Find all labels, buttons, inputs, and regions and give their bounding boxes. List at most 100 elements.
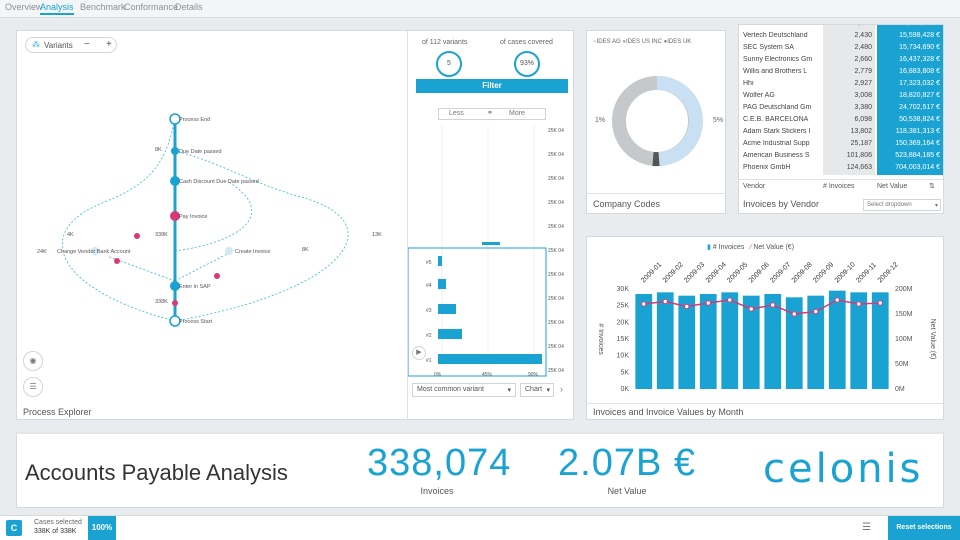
bar-mark[interactable] xyxy=(850,292,868,389)
vendor-invoices: 3,380 xyxy=(823,103,875,115)
net-value-point[interactable] xyxy=(856,301,862,307)
x-tick-label: 2009-01 xyxy=(640,261,663,284)
play-button[interactable]: ▶ xyxy=(412,346,426,360)
variant-bar-5[interactable] xyxy=(438,256,442,266)
vendor-name: Gotokrafttechnik-Baden xyxy=(743,25,821,27)
filter-button[interactable]: Filter xyxy=(416,79,568,93)
tab-conformance[interactable]: Conformance xyxy=(124,2,178,12)
tab-overview[interactable]: Overview xyxy=(5,2,43,12)
edge-count-0: 338K xyxy=(155,299,168,305)
table-row[interactable]: Vertech Deutschland 2,430 15,598,428 € xyxy=(741,31,943,43)
net-value-point[interactable] xyxy=(684,303,690,310)
variants-count[interactable]: 5 xyxy=(436,51,462,77)
donut-label-left: 1% xyxy=(595,117,606,124)
chevron-right-icon[interactable]: › xyxy=(560,384,563,394)
selection-percent[interactable]: 100% xyxy=(88,516,116,540)
legend-ides-us[interactable]: IDES US INC xyxy=(626,39,662,45)
company-codes-title: Company Codes xyxy=(593,199,661,209)
table-row[interactable]: American Business S 101,806 523,884,185 € xyxy=(741,151,943,163)
legend-ides-uk[interactable]: IDES UK xyxy=(667,39,691,45)
bar-mark[interactable] xyxy=(699,294,717,389)
net-value-point[interactable] xyxy=(770,302,776,308)
col-invoices[interactable]: # Invoices xyxy=(823,183,855,190)
tab-analysis[interactable]: Analysis xyxy=(40,2,74,15)
bar-mark[interactable] xyxy=(678,295,696,389)
tab-details[interactable]: Details xyxy=(175,2,203,12)
donut-slice-ag[interactable] xyxy=(656,75,703,166)
variant-bar-chart: #1 #2 #3 #4 #5 0% 45% 90% 25K 0425K 0425… xyxy=(408,126,564,378)
variant-bar-1[interactable] xyxy=(438,354,542,364)
divider xyxy=(587,193,727,194)
sort-icon[interactable]: ⇅ xyxy=(929,182,935,190)
bar-mark[interactable] xyxy=(871,292,889,389)
left-tick-label: 20K xyxy=(617,319,630,326)
tab-bar: Overview Analysis Benchmark Conformance … xyxy=(0,0,960,18)
net-value-point[interactable] xyxy=(705,300,711,306)
label-process-end: Process End xyxy=(179,117,210,123)
less-more-toggle[interactable]: Less ⚭ More xyxy=(438,108,546,120)
vendor-name: Adam Stark Stickers I xyxy=(743,128,811,135)
y-left-axis-label: # Invoices xyxy=(597,323,604,355)
x-tick-label: 2009-11 xyxy=(855,262,878,285)
x-tick-label: 2009-07 xyxy=(769,261,792,284)
legend-ides-ag[interactable]: IDES AG xyxy=(597,39,621,45)
net-value-point[interactable] xyxy=(641,301,647,307)
table-row[interactable]: C.E.B. BARCELONA 6,098 50,538,824 € xyxy=(741,115,943,127)
col-vendor[interactable]: Vendor xyxy=(743,183,765,190)
left-tick-label: 0K xyxy=(620,386,629,393)
net-value-point[interactable] xyxy=(813,308,819,315)
table-row[interactable]: Phoenix GmbH 124,663 704,003,014 € xyxy=(741,163,943,175)
table-row[interactable]: Adam Stark Stickers I 13,802 118,381,313 € xyxy=(741,127,943,139)
node-due-date[interactable] xyxy=(171,147,179,155)
edge-count-5: 13K xyxy=(372,232,382,238)
more-label[interactable]: More xyxy=(509,110,525,117)
cases-covered[interactable]: 93% xyxy=(514,51,540,77)
table-row[interactable]: Willis and Brothers L 2,779 16,883,808 € xyxy=(741,67,943,79)
vendor-select[interactable]: Select dropdown ▾ xyxy=(863,199,941,211)
menu-icon[interactable]: ☰ xyxy=(862,522,871,533)
monthly-chart[interactable]: 0K 5K 10K 15K 20K 25K 30K 0M 50M 100M 150M 200M # In… xyxy=(587,253,945,403)
tab-benchmark[interactable]: Benchmark xyxy=(80,2,126,12)
legend-net-value[interactable]: Net Value (€) xyxy=(753,244,794,251)
net-value-point[interactable] xyxy=(791,311,797,317)
celonis-app-icon[interactable]: C xyxy=(6,520,22,536)
monthly-legend: ▮ # Invoices ∕ Net Value (€) xyxy=(707,243,794,251)
reset-selections-button[interactable]: Reset selections xyxy=(888,516,960,540)
edge-send-reminder xyxy=(174,252,230,282)
table-row[interactable]: Sunny Electronics Gm 2,660 16,437,328 € xyxy=(741,55,943,67)
net-value-point[interactable] xyxy=(748,306,754,312)
variant-bar-2[interactable] xyxy=(438,329,462,339)
table-row[interactable]: SEC System SA 2,480 15,734,690 € xyxy=(741,43,943,55)
col-net-value[interactable]: Net Value xyxy=(877,183,907,190)
process-graph[interactable]: Process Start Enter in SAP Pay Invoice C… xyxy=(17,31,417,421)
vendor-net-value: 18,820,827 € xyxy=(877,91,943,103)
variant-dropdown[interactable]: Most common variant ▾ xyxy=(412,383,516,397)
less-label[interactable]: Less xyxy=(449,110,464,117)
table-row[interactable]: Hhi 2,927 17,323,032 € xyxy=(741,79,943,91)
net-value-point[interactable] xyxy=(877,300,883,306)
net-value-point[interactable] xyxy=(727,297,733,303)
vendor-net-value: 16,437,328 € xyxy=(877,55,943,67)
table-row[interactable]: Wolfer AG 3,008 18,820,827 € xyxy=(741,91,943,103)
net-value-point[interactable] xyxy=(834,297,840,303)
variant-bar-4[interactable] xyxy=(438,279,446,289)
table-row[interactable]: Acme Industrial Supp 25,187 150,369,164 € xyxy=(741,139,943,151)
net-value-point[interactable] xyxy=(662,298,668,305)
layers-button[interactable]: ☰ xyxy=(23,377,43,397)
company-donut[interactable] xyxy=(607,71,707,171)
chart-select[interactable]: Chart ▾ xyxy=(520,383,554,397)
bar-mark[interactable] xyxy=(635,294,653,389)
vendor-name: Willis and Brothers L xyxy=(743,68,808,75)
table-row[interactable]: Gotokrafttechnik-Baden2,34015,176,087 € xyxy=(741,25,943,31)
eye-toggle-button[interactable]: ◉ xyxy=(23,351,43,371)
net-value-kpi-label: Net Value xyxy=(607,486,647,496)
bar-mark[interactable] xyxy=(656,292,674,389)
table-row[interactable]: PAG Deutschland Gm 3,380 24,702,517 € xyxy=(741,103,943,115)
node-send-reminder[interactable] xyxy=(225,247,233,255)
line-legend-icon: ∕ xyxy=(750,244,752,251)
case-tick-label: 25K 04 xyxy=(548,200,564,206)
legend-invoices[interactable]: # Invoices xyxy=(713,244,745,251)
bar-mark[interactable] xyxy=(828,290,846,389)
bar-mark[interactable] xyxy=(721,292,739,389)
variant-bar-3[interactable] xyxy=(438,304,456,314)
